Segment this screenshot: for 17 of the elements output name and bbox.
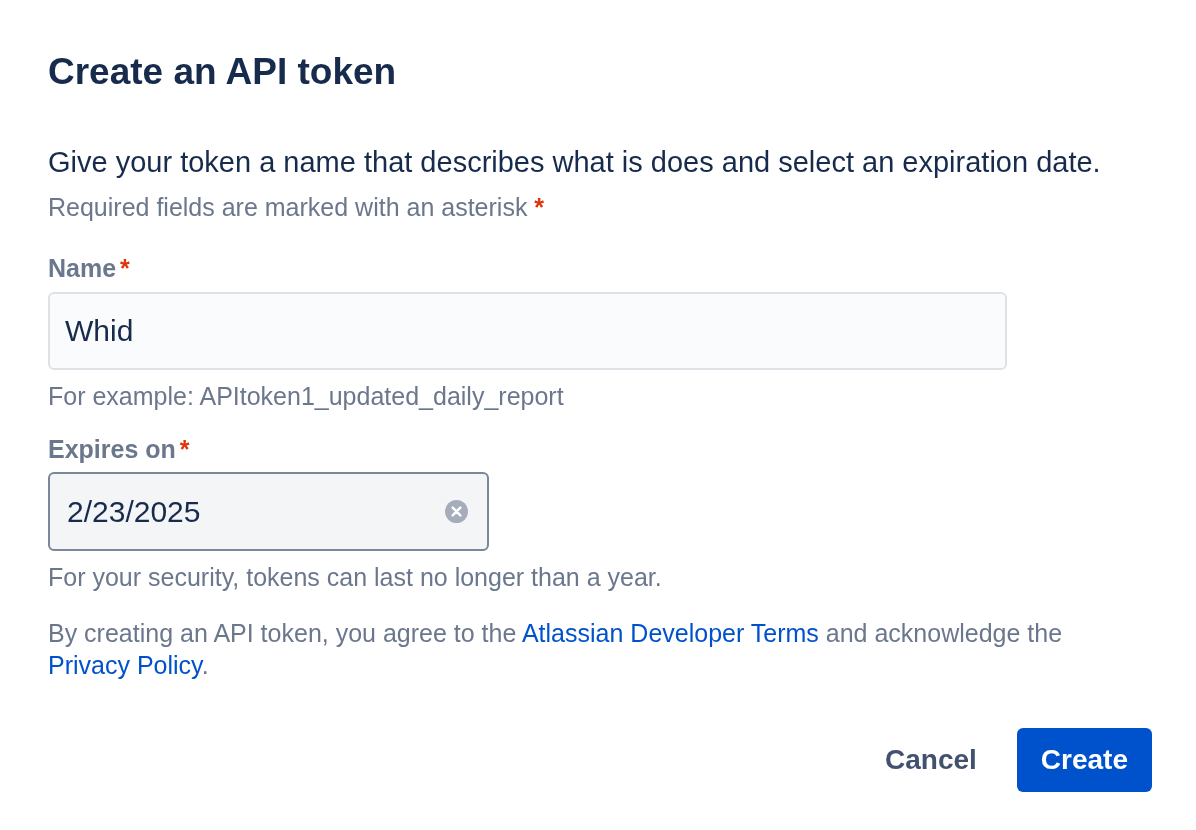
- create-button[interactable]: Create: [1016, 728, 1152, 792]
- legal-text: By creating an API token, you agree to the Atlassian Developer Terms and acknowledge the Privacy Policy.: [48, 618, 1064, 681]
- field-label: Expires on: [48, 434, 176, 464]
- description-text: Give your token a name that describes what is does and select an expiration date.: [48, 145, 1101, 180]
- legal-link[interactable]: Privacy Policy: [48, 651, 202, 679]
- legal-link[interactable]: Atlassian Developer Terms: [521, 619, 819, 647]
- cancel-button[interactable]: Cancel: [861, 728, 1001, 792]
- helper-text: For example: APItoken1_updated_daily_report: [48, 381, 564, 411]
- required-asterisk: *: [120, 253, 130, 283]
- required-note: Required fields are marked with an asterisk *: [48, 192, 545, 222]
- helper-text: For your security, tokens can last no longer than a year.: [48, 562, 662, 592]
- name-input[interactable]: Whid: [48, 292, 1007, 370]
- date-field[interactable]: 2/23/2025: [48, 472, 489, 551]
- dialog-title: Create an API token: [48, 50, 397, 94]
- required-asterisk: *: [179, 434, 190, 464]
- clear-icon[interactable]: [445, 500, 468, 523]
- field-label: Name: [48, 253, 117, 283]
